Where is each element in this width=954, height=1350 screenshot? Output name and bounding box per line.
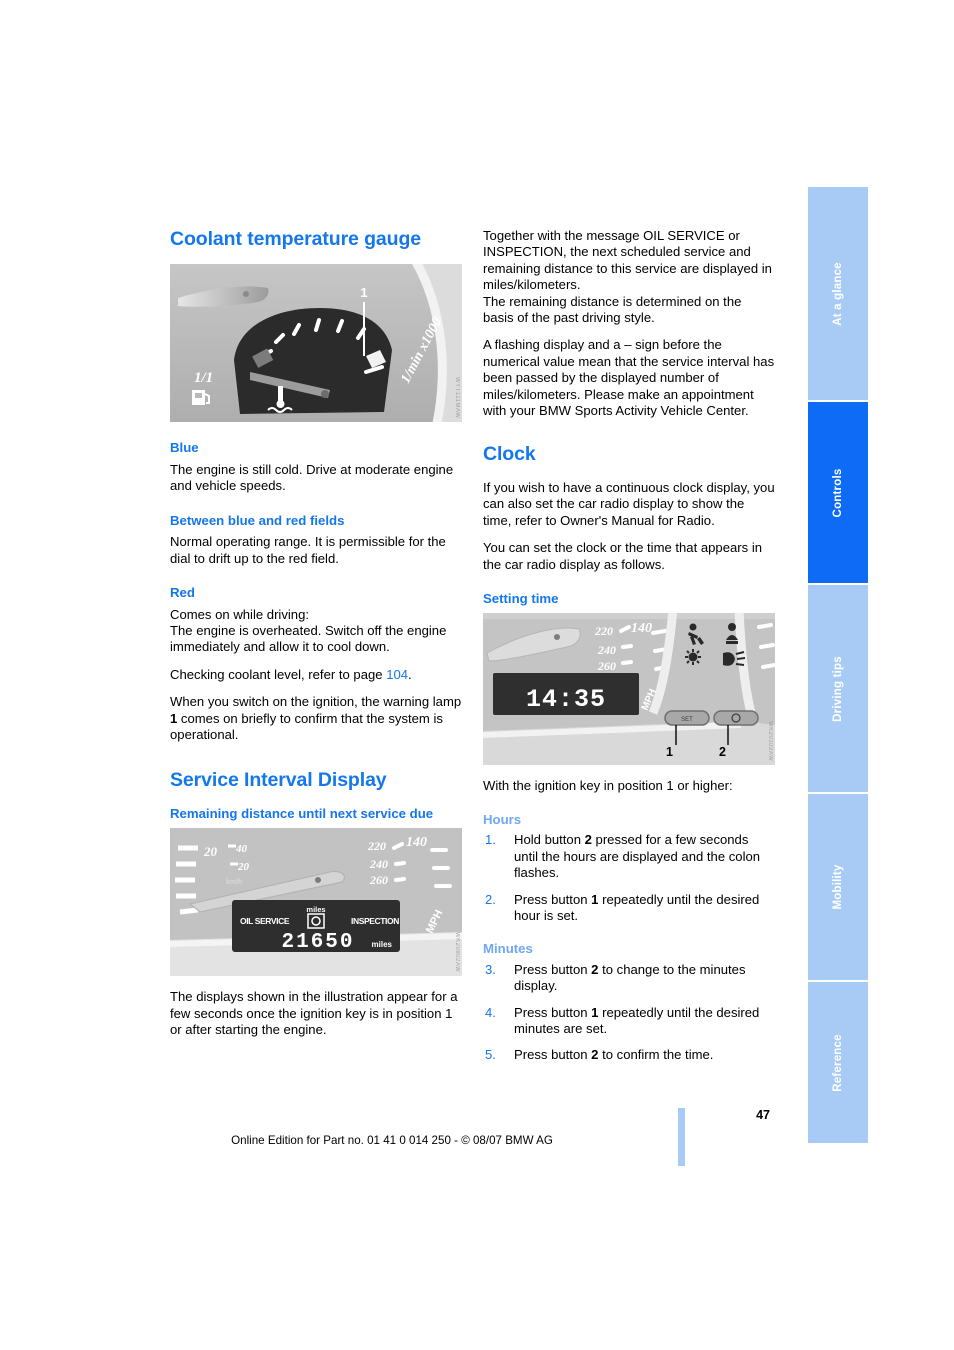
heading-red: Red: [170, 585, 195, 601]
figure-service-interval-display: 20 40 20 km/h 220 140 240 260 MPH OIL SE…: [170, 828, 462, 977]
heading-clock: Clock: [483, 443, 536, 466]
list-item: 3. Press button 2 to change to the minute…: [483, 962, 775, 995]
step-number: 4.: [485, 1004, 496, 1020]
footer-edition-text: Online Edition for Part no. 01 41 0 014 …: [231, 1134, 553, 1147]
step-number: 2.: [485, 891, 496, 907]
step-number: 1.: [485, 832, 496, 848]
step-text-pre: Press button: [514, 961, 592, 977]
figure-kmh-label: km/h: [226, 879, 242, 886]
text-service-display-description: The displays shown in the illustration a…: [170, 989, 458, 1038]
list-item: 4. Press button 1 repeatedly until the de…: [483, 1005, 775, 1038]
coolant-gauge-illustration: 1 1/1 1/min x1000: [170, 264, 462, 423]
sidebar-item-at-a-glance[interactable]: At a glance: [808, 187, 868, 400]
figure-coolant-temperature-gauge: 1 1/1 1/min x1000 WYT111MAW: [170, 264, 462, 423]
clock-illustration: 220 140 240 260 MPH 14:35 SET: [483, 613, 775, 766]
step-text-pre: Hold button: [514, 832, 585, 848]
text-coolant-level-pre: Checking coolant level, refer to page: [170, 666, 387, 682]
figure-speed-260: 260: [369, 873, 388, 887]
figure-speed-20b: 20: [237, 861, 250, 873]
step-button-ref: 2: [584, 832, 592, 848]
sun-brightness-icon: [685, 649, 701, 666]
heading-minutes: Minutes: [483, 941, 533, 957]
figure-speed-20a: 20: [203, 844, 218, 859]
heading-setting-time: Setting time: [483, 590, 559, 606]
dashboard-button-1-glyph: SET: [681, 717, 693, 723]
page-reference-link[interactable]: 104: [386, 667, 408, 682]
text-between-description: Normal operating range. It is permissibl…: [170, 534, 446, 566]
text-clock-2: You can set the clock or the time that a…: [483, 540, 763, 572]
text-red-line-2: The engine is overheated. Switch off the…: [170, 622, 447, 655]
list-item: 5. Press button 2 to confirm the time.: [483, 1047, 775, 1063]
sidebar-item-label: Mobility: [832, 864, 844, 910]
figure-speed-220: 220: [367, 839, 386, 853]
lcd-clock-time: 14:35: [526, 685, 606, 714]
figure-speed-260: 260: [597, 659, 616, 673]
text-blue-description: The engine is still cold. Drive at moder…: [170, 461, 454, 494]
sidebar-item-driving-tips[interactable]: Driving tips: [808, 585, 868, 792]
dashboard-button-2[interactable]: [713, 710, 759, 727]
right-column: Together with the message OIL SERVICE or…: [483, 228, 775, 1074]
figure-callout-1: 1: [666, 745, 673, 760]
text-coolant-level-reference: Checking coolant level, refer to page 10…: [170, 667, 462, 683]
lcd-oil-service-label: OIL SERVICE: [240, 916, 290, 926]
heading-service-interval-display: Service Interval Display: [170, 769, 387, 792]
sidebar-item-controls[interactable]: Controls: [808, 402, 868, 583]
step-number: 3.: [485, 961, 496, 977]
figure-callout-2: 2: [719, 745, 726, 760]
side-tab-rail: At a glance Controls Driving tips Mobili…: [808, 187, 868, 1143]
service-display-illustration: 20 40 20 km/h 220 140 240 260 MPH OIL SE…: [170, 828, 462, 977]
heading-remaining-distance: Remaining distance until next service du…: [170, 805, 434, 821]
text-service-intro-3: A flashing display and a – sign before t…: [483, 337, 775, 419]
figure-clock-setting: 220 140 240 260 MPH 14:35 SET WK20102AW …: [483, 613, 775, 766]
manual-page: At a glance Controls Driving tips Mobili…: [0, 0, 954, 1350]
sidebar-item-mobility[interactable]: Mobility: [808, 794, 868, 980]
heading-between-blue-and-red-fields: Between blue and red fields: [170, 512, 345, 528]
steps-hours: 1. Hold button 2 pressed for a few second…: [483, 832, 775, 924]
page-number: 47: [756, 1108, 770, 1122]
text-warning-lamp-post: comes on briefly to confirm that the sys…: [170, 710, 443, 742]
heading-hours: Hours: [483, 811, 522, 827]
figure-speed-140: 140: [406, 835, 427, 850]
sidebar-item-reference[interactable]: Reference: [808, 982, 868, 1143]
step-text-post: to confirm the time.: [598, 1047, 714, 1063]
text-service-intro-2: The remaining distance is determined on …: [483, 293, 742, 326]
step-text-pre: Press button: [514, 891, 592, 907]
heading-blue: Blue: [170, 440, 199, 456]
lcd-miles-label-top: miles: [306, 905, 325, 914]
left-column: Coolant temperature gauge 1 1/1 1/min x1…: [170, 228, 462, 1050]
text-warning-lamp: When you switch on the ignition, the war…: [170, 694, 462, 743]
step-text-pre: Press button: [514, 1047, 592, 1063]
figure-fuel-full-label: 1/1: [194, 370, 213, 386]
sidebar-item-label: Controls: [832, 468, 844, 517]
figure-watermark: WYT111MAW: [454, 377, 460, 419]
figure-speed-240: 240: [369, 857, 388, 871]
text-clock-1: If you wish to have a continuous clock d…: [483, 479, 775, 528]
figure-speed-240: 240: [597, 643, 616, 657]
figure-speed-140: 140: [631, 621, 652, 636]
sidebar-item-label: Reference: [832, 1033, 844, 1092]
footer-accent-bar: [678, 1108, 685, 1166]
text-warning-lamp-pre: When you switch on the ignition, the war…: [170, 694, 462, 710]
step-text-pre: Press button: [514, 1004, 592, 1020]
figure-speed-220: 220: [594, 624, 613, 638]
text-coolant-level-post: .: [408, 666, 412, 682]
list-item: 2. Press button 1 repeatedly until the de…: [483, 892, 775, 925]
figure-callout-1: 1: [360, 285, 367, 300]
text-ignition-key-position: With the ignition key in position 1 or h…: [483, 778, 733, 794]
figure-watermark: WK20802AW: [454, 932, 460, 973]
sidebar-item-label: Driving tips: [832, 655, 844, 722]
figure-watermark: WK20102AW: [767, 721, 773, 762]
heading-coolant-temperature-gauge: Coolant temperature gauge: [170, 228, 422, 250]
step-number: 5.: [485, 1047, 496, 1063]
figure-speed-40: 40: [235, 843, 248, 855]
sidebar-item-label: At a glance: [832, 261, 844, 326]
lcd-miles-label-bottom: miles: [372, 940, 393, 949]
text-red-line-1: Comes on while driving:: [170, 606, 309, 622]
steps-minutes: 3. Press button 2 to change to the minute…: [483, 962, 775, 1064]
lcd-distance-value: 21650: [281, 931, 354, 954]
text-service-intro-1: Together with the message OIL SERVICE or…: [483, 228, 772, 293]
list-item: 1. Hold button 2 pressed for a few second…: [483, 832, 775, 881]
lcd-inspection-label: INSPECTION: [351, 916, 399, 926]
